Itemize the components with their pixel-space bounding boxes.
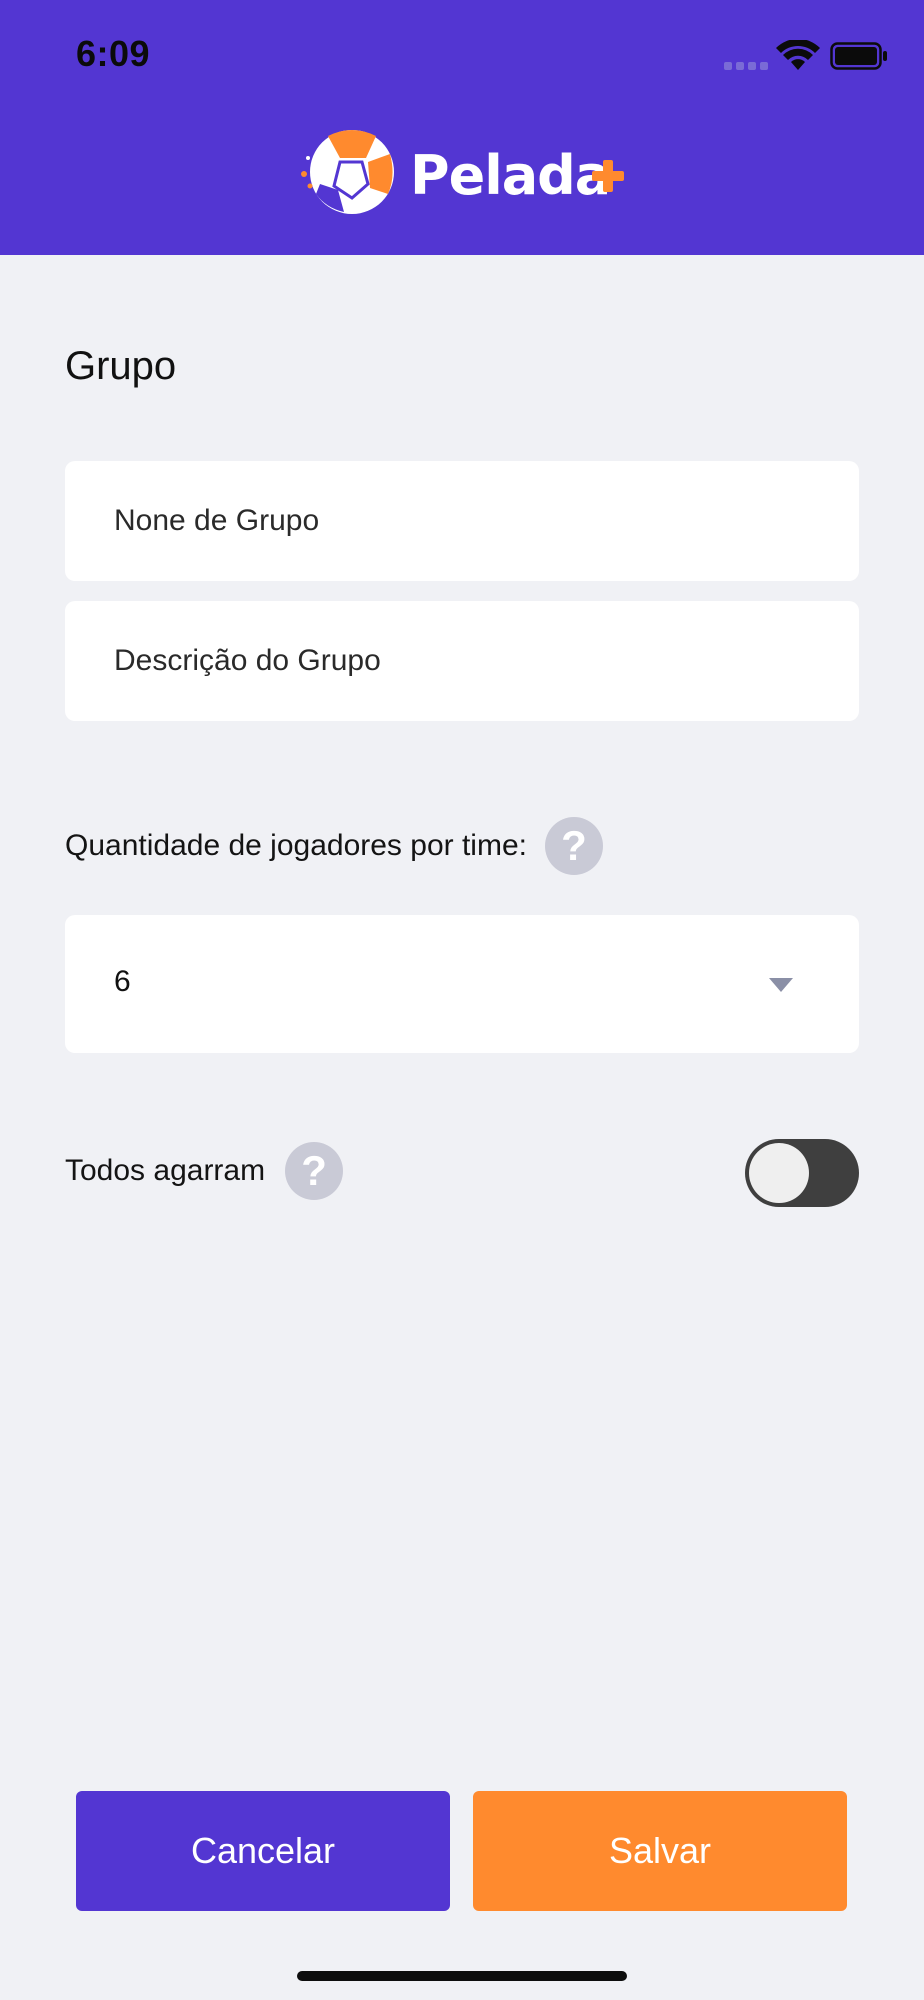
group-description-input[interactable] bbox=[65, 601, 859, 721]
question-icon[interactable]: ? bbox=[285, 1142, 344, 1200]
dropdown-arrow-icon bbox=[769, 978, 793, 992]
section-title: Grupo bbox=[65, 344, 177, 388]
app-name: Pelada bbox=[410, 144, 611, 207]
status-icons bbox=[718, 36, 888, 76]
players-per-team-value: 6 bbox=[114, 965, 131, 998]
home-indicator bbox=[297, 1971, 627, 1981]
all-keepers-toggle[interactable] bbox=[745, 1139, 859, 1207]
soccer-ball-icon bbox=[301, 130, 394, 214]
wifi-icon bbox=[776, 40, 820, 70]
app-logo: Pelada bbox=[298, 128, 638, 222]
players-per-team-row: Quantidade de jogadores por time: ? bbox=[65, 817, 603, 875]
status-time: 6:09 bbox=[76, 33, 151, 74]
players-per-team-label: Quantidade de jogadores por time: bbox=[65, 829, 527, 862]
all-keepers-row: Todos agarram ? bbox=[65, 1142, 344, 1200]
question-icon[interactable]: ? bbox=[544, 817, 603, 875]
battery-icon bbox=[830, 42, 887, 70]
cancel-button[interactable]: Cancelar bbox=[76, 1791, 450, 1911]
all-keepers-label: Todos agarram bbox=[65, 1154, 266, 1187]
players-per-team-select[interactable]: 6 bbox=[65, 915, 859, 1053]
app-header: 6:09 Pelada bbox=[0, 0, 924, 255]
cellular-signal-icon bbox=[724, 62, 768, 70]
save-button[interactable]: Salvar bbox=[473, 1791, 847, 1911]
plus-icon bbox=[592, 160, 624, 192]
group-name-input[interactable] bbox=[65, 461, 859, 581]
toggle-knob bbox=[749, 1143, 809, 1203]
